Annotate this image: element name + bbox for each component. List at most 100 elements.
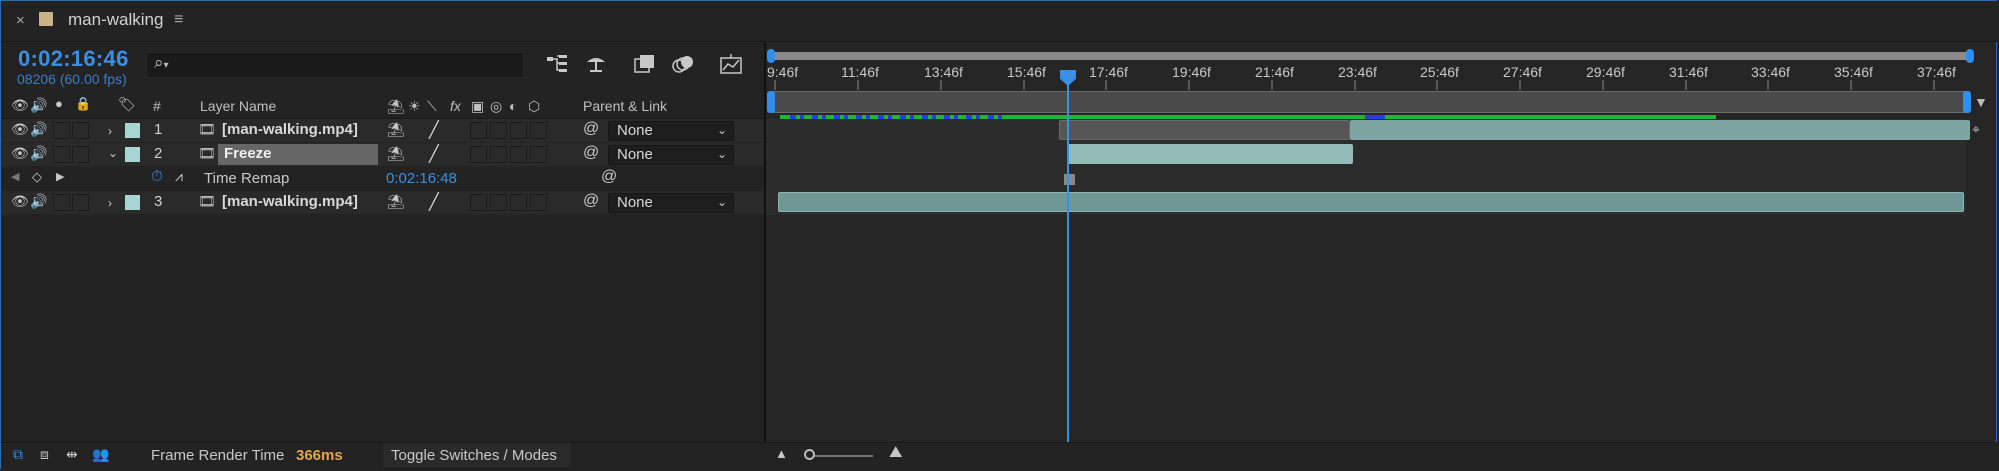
- shy-switch-icon[interactable]: ⛱: [387, 193, 405, 210]
- adjustment-switch-header-icon[interactable]: ◐: [509, 98, 517, 114]
- frame-blend-switch-header-icon[interactable]: ▣: [471, 98, 484, 115]
- navigator-end-handle[interactable]: [1966, 49, 1974, 63]
- layer-1-bar-inactive[interactable]: [1059, 120, 1350, 140]
- solo-toggle[interactable]: [53, 122, 70, 139]
- render-time-pane-icon[interactable]: 👥: [92, 446, 109, 463]
- lock-toggle[interactable]: [72, 194, 89, 211]
- layer-2-bar[interactable]: [1068, 144, 1353, 164]
- zoom-in-icon[interactable]: ⛰: [889, 444, 902, 462]
- video-visibility-icon[interactable]: 👁: [11, 121, 29, 138]
- layer-3-bar[interactable]: [778, 192, 1964, 212]
- label-tag-icon[interactable]: 🏷: [118, 96, 136, 113]
- motion-blur-switch[interactable]: [510, 122, 527, 139]
- comp-button-icon[interactable]: ⌖: [1972, 121, 1980, 138]
- frame-blend-switch[interactable]: [490, 122, 507, 139]
- video-visibility-icon[interactable]: 👁: [11, 193, 29, 210]
- layer-name[interactable]: [man-walking.mp4]: [222, 121, 358, 138]
- work-area-end-handle[interactable]: [1963, 91, 1971, 113]
- audio-toggle-icon[interactable]: 🔊: [30, 121, 47, 138]
- effects-switch-header[interactable]: fx: [450, 98, 461, 114]
- 3d-switch[interactable]: [530, 146, 547, 163]
- audio-toggle-icon[interactable]: 🔊: [30, 145, 47, 162]
- zoom-slider-track[interactable]: [808, 455, 873, 457]
- expand-chevron-icon[interactable]: ›: [108, 124, 112, 138]
- stopwatch-icon[interactable]: ⏱: [151, 168, 163, 185]
- video-switch-header-icon[interactable]: 👁: [11, 97, 29, 114]
- in-out-pane-icon[interactable]: ⇹: [66, 446, 78, 463]
- frame-blend-switch[interactable]: [490, 146, 507, 163]
- fx-switch[interactable]: [470, 146, 487, 163]
- shy-switch-icon[interactable]: ⛱: [387, 145, 405, 162]
- work-area-bar[interactable]: [770, 91, 1970, 113]
- audio-switch-header-icon[interactable]: 🔊: [30, 97, 47, 114]
- 3d-layer-switch-header-icon[interactable]: ⬡: [528, 98, 540, 115]
- ruler-label: 33:46f: [1751, 64, 1790, 80]
- modes-pane-icon[interactable]: ⧈: [40, 446, 49, 463]
- expression-pick-whip-icon[interactable]: @: [601, 168, 617, 186]
- 3d-switch[interactable]: [530, 194, 547, 211]
- close-tab-button[interactable]: ×: [16, 12, 25, 29]
- draft-3d-icon[interactable]: [583, 52, 609, 76]
- lock-toggle[interactable]: [72, 122, 89, 139]
- collapse-switch-header-icon[interactable]: ☀: [408, 98, 421, 115]
- zoom-out-icon[interactable]: ▲: [775, 446, 788, 461]
- fx-switch[interactable]: [470, 194, 487, 211]
- graph-editor-icon[interactable]: [718, 52, 744, 76]
- current-time-indicator-line[interactable]: [1067, 72, 1069, 442]
- solo-toggle[interactable]: [53, 146, 70, 163]
- motion-blur-switch[interactable]: [510, 194, 527, 211]
- layer-label-color[interactable]: [125, 147, 140, 162]
- shy-switch-icon[interactable]: ⛱: [387, 121, 405, 138]
- expand-chevron-icon[interactable]: ›: [108, 196, 112, 210]
- time-remap-row[interactable]: [1, 167, 764, 190]
- fx-switch[interactable]: [470, 122, 487, 139]
- quality-switch-icon[interactable]: ╱: [429, 192, 439, 212]
- layer-label-color[interactable]: [125, 195, 140, 210]
- search-input[interactable]: [146, 52, 524, 78]
- solo-header-icon[interactable]: ●: [55, 96, 63, 111]
- time-remap-keyframe[interactable]: [1064, 174, 1075, 185]
- video-visibility-icon[interactable]: 👁: [11, 145, 29, 162]
- audio-toggle-icon[interactable]: 🔊: [30, 193, 47, 210]
- layer-name-column-header[interactable]: Layer Name: [200, 98, 276, 114]
- pick-whip-icon[interactable]: @: [583, 120, 599, 138]
- ruler-label: 19:46f: [1172, 64, 1211, 80]
- frame-blending-icon[interactable]: [632, 52, 658, 76]
- quality-switch-icon[interactable]: ╱: [429, 120, 439, 140]
- pick-whip-icon[interactable]: @: [583, 144, 599, 162]
- prev-keyframe-icon[interactable]: ◀: [11, 170, 19, 183]
- motion-blur-switch[interactable]: [510, 146, 527, 163]
- collapse-chevron-icon[interactable]: ⌄: [108, 146, 118, 160]
- work-area-start-handle[interactable]: [767, 91, 775, 113]
- add-keyframe-icon[interactable]: ◇: [32, 169, 42, 185]
- property-value[interactable]: 0:02:16:48: [386, 170, 457, 187]
- layer-name[interactable]: Freeze: [224, 145, 272, 162]
- navigator-start-handle[interactable]: [767, 49, 775, 63]
- layer-name[interactable]: [man-walking.mp4]: [222, 193, 358, 210]
- layer-switches-pane-icon[interactable]: ⧉: [13, 446, 23, 463]
- zoom-slider-thumb[interactable]: [804, 449, 815, 460]
- graph-icon[interactable]: ⩘: [175, 168, 183, 185]
- comp-marker-bin-icon[interactable]: ▼: [1974, 94, 1988, 110]
- parent-link-column-header[interactable]: Parent & Link: [583, 98, 667, 114]
- composition-tab-title[interactable]: man-walking: [68, 10, 163, 30]
- frame-blend-switch[interactable]: [490, 194, 507, 211]
- layer-1-bar[interactable]: [1350, 120, 1970, 140]
- time-navigator-bar[interactable]: [770, 52, 1970, 60]
- composition-flowchart-icon[interactable]: [545, 52, 571, 76]
- layer-label-color[interactable]: [125, 123, 140, 138]
- next-keyframe-icon[interactable]: ▶: [56, 170, 64, 183]
- footage-file-icon: 🎞: [198, 193, 216, 209]
- pick-whip-icon[interactable]: @: [583, 192, 599, 210]
- solo-toggle[interactable]: [53, 194, 70, 211]
- quality-switch-icon[interactable]: ╱: [429, 144, 439, 164]
- panel-menu-icon[interactable]: ≡: [174, 11, 183, 29]
- lock-toggle[interactable]: [72, 146, 89, 163]
- 3d-switch[interactable]: [530, 122, 547, 139]
- lock-header-icon[interactable]: 🔒: [75, 96, 91, 112]
- quality-switch-header-icon[interactable]: ⟍: [427, 98, 437, 115]
- motion-blur-icon[interactable]: [670, 52, 696, 76]
- shy-switch-header-icon[interactable]: ⛱: [387, 98, 405, 115]
- motion-blur-switch-header-icon[interactable]: ◎: [490, 98, 502, 115]
- current-time-display[interactable]: 0:02:16:46: [18, 46, 129, 72]
